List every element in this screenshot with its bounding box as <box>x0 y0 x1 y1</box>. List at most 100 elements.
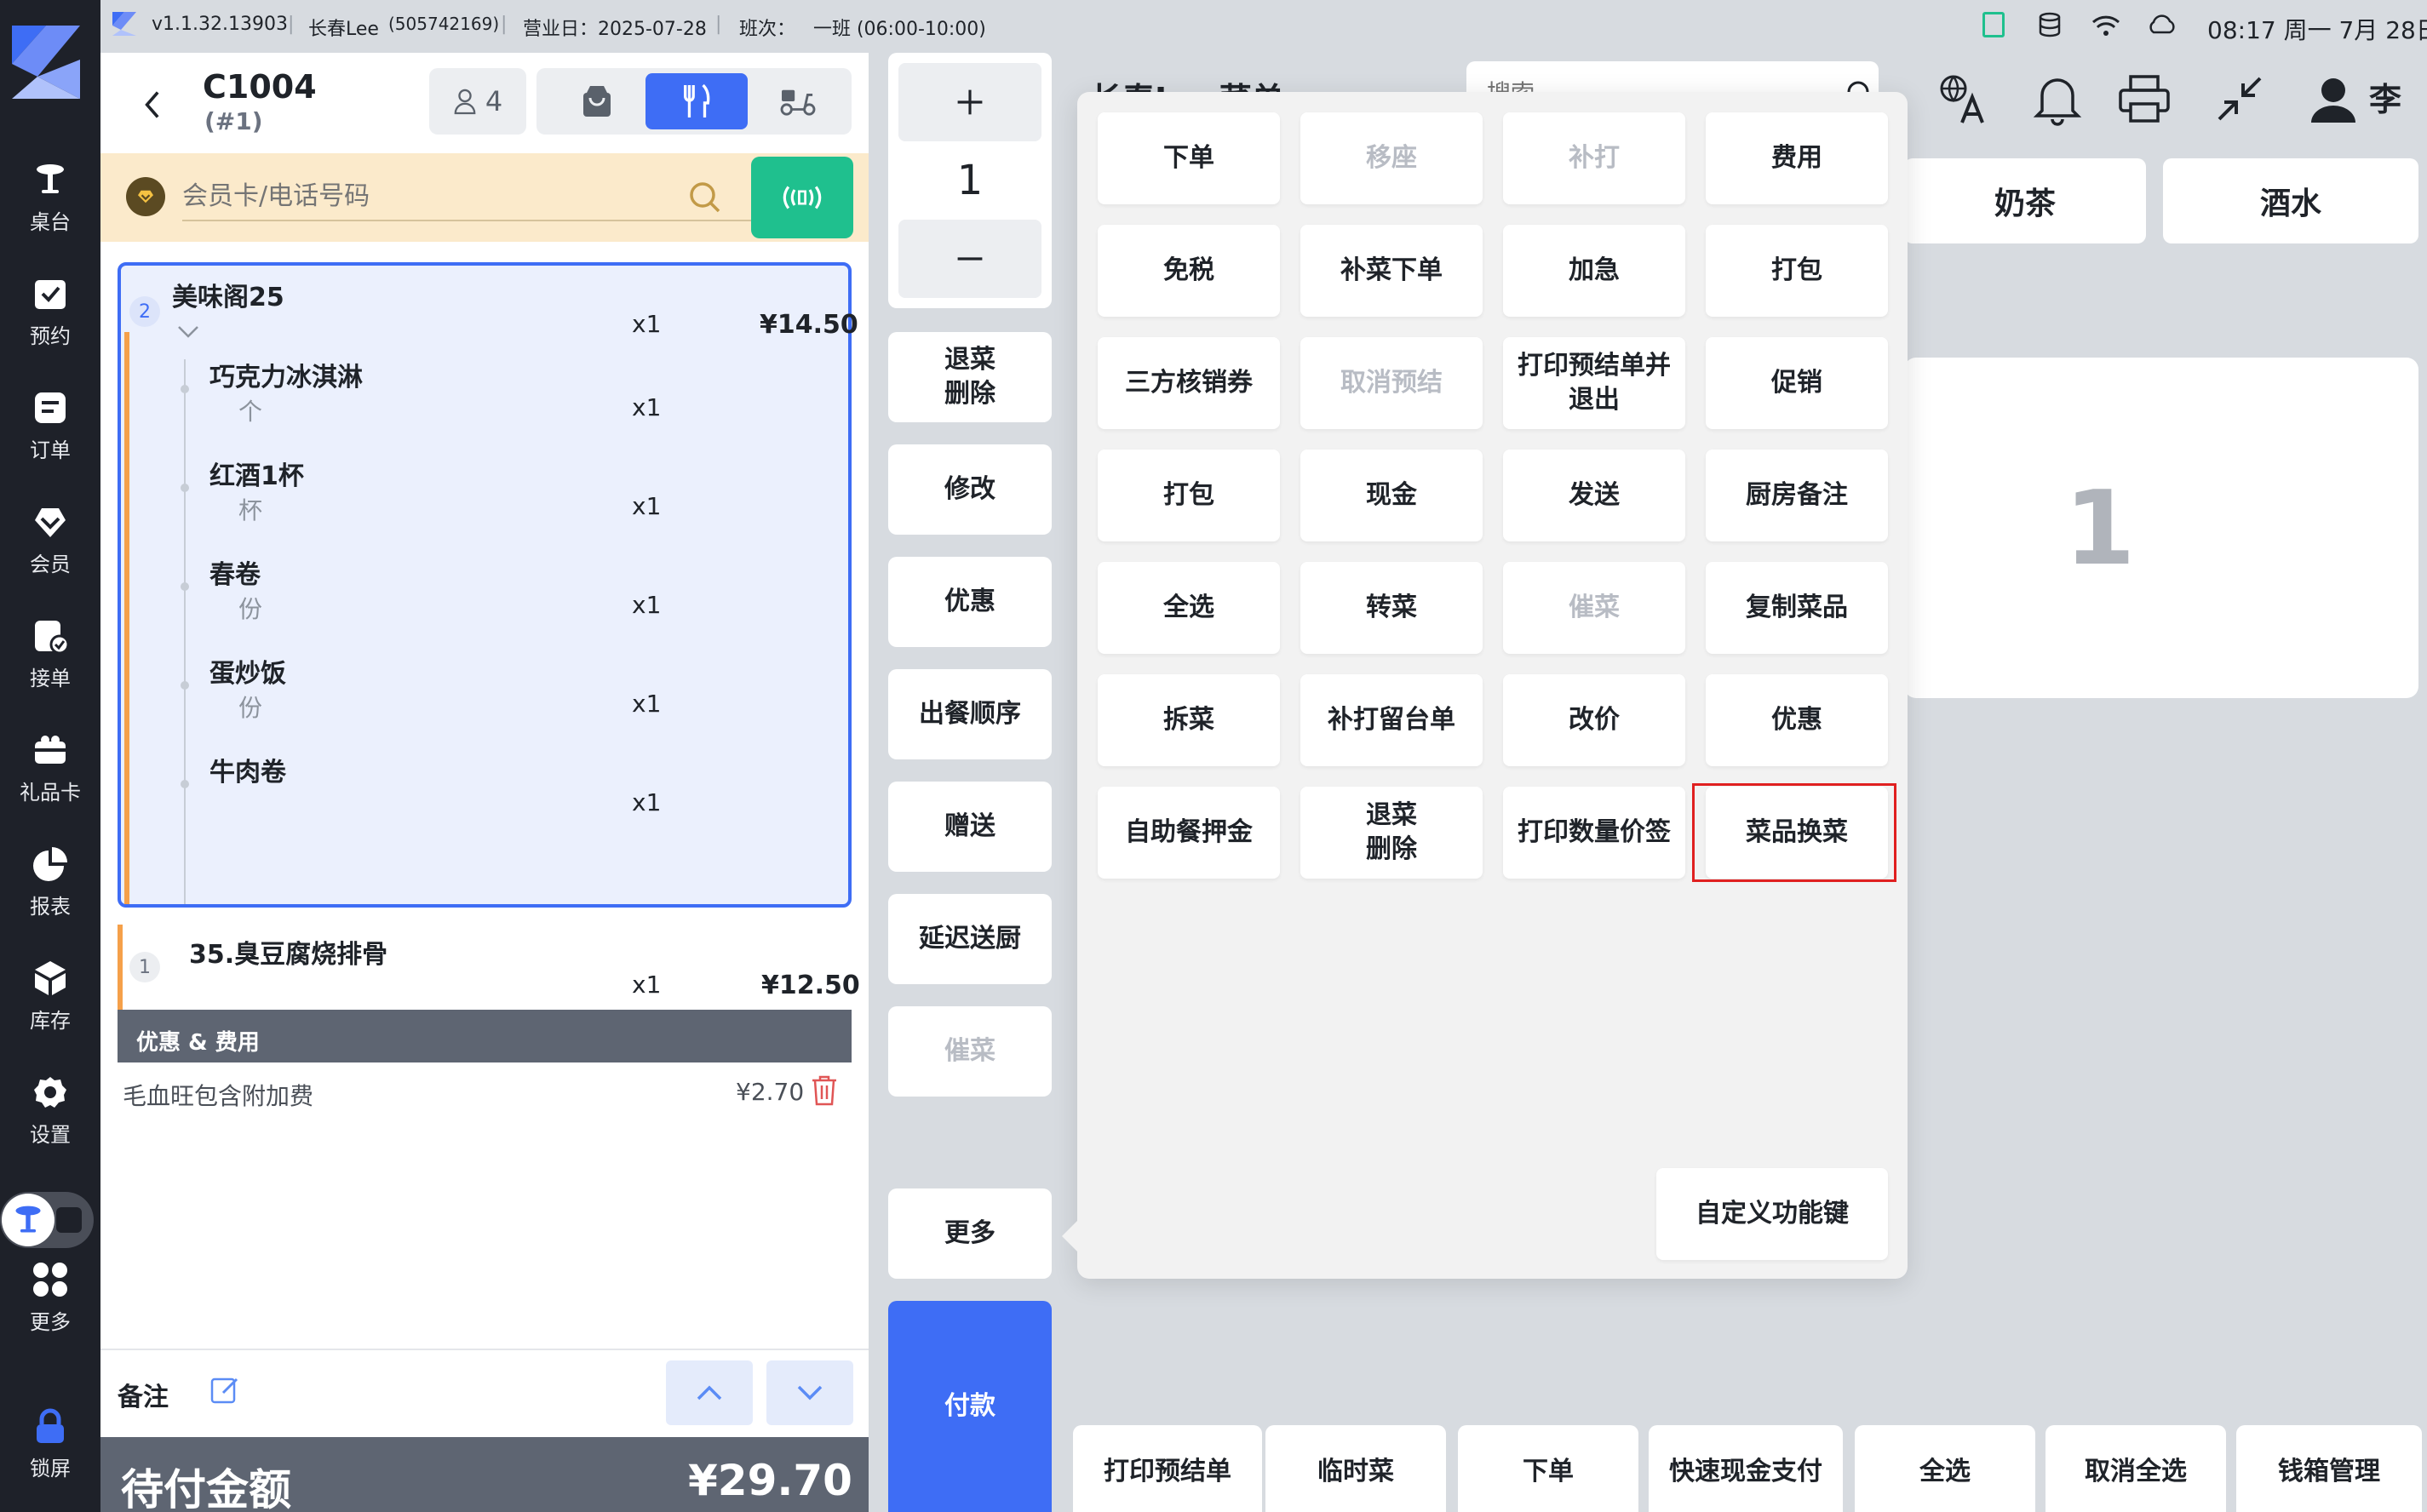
big-number: 1 <box>2064 470 2136 588</box>
rail-item-reservation[interactable]: 预约 <box>0 264 100 359</box>
bell-icon[interactable] <box>2030 72 2085 126</box>
order-item-selected[interactable]: 2 美味阁25 x1 ¥14.50 巧克力冰淇淋 个 x1 红酒1杯 杯 x1 … <box>118 262 858 908</box>
rail-item-inventory[interactable]: 库存 <box>0 948 100 1044</box>
shift-info: 班次： 一班 (06:00-10:00) <box>739 19 986 40</box>
popup-print-preclose-exit-button[interactable]: 打印预结单并 退出 <box>1503 337 1685 429</box>
new-order-icon <box>56 1207 82 1233</box>
sub-item-name: 巧克力冰淇淋 <box>209 363 363 392</box>
rail-item-more[interactable]: 更多 <box>0 1250 100 1345</box>
edit-icon[interactable] <box>209 1374 240 1405</box>
popup-copy-dish-button[interactable]: 复制菜品 <box>1706 562 1888 654</box>
takeout-bag-button[interactable] <box>550 73 644 129</box>
sub-item-unit: 份 <box>238 595 263 623</box>
fee-amount: ¥2.70 <box>736 1078 805 1106</box>
printer-icon[interactable] <box>2117 72 2172 126</box>
rail-item-accept[interactable]: 接单 <box>0 606 100 702</box>
increase-qty-button[interactable] <box>898 63 1041 141</box>
more-button[interactable]: 更多 <box>888 1188 1052 1279</box>
quick-cash-pay-button[interactable]: 快速现金支付 <box>1649 1425 1843 1512</box>
item-name: 美味阁25 <box>172 283 284 312</box>
pay-button[interactable]: 付款 <box>888 1301 1052 1512</box>
rail-item-orders[interactable]: 订单 <box>0 378 100 473</box>
trash-icon[interactable] <box>811 1074 838 1107</box>
popup-print-qty-label-button[interactable]: 打印数量价签 <box>1503 787 1685 879</box>
scroll-down-button[interactable] <box>766 1360 853 1425</box>
popup-fee-button[interactable]: 费用 <box>1706 112 1888 204</box>
member-input[interactable] <box>182 172 821 221</box>
popup-cash-button[interactable]: 现金 <box>1300 450 1483 541</box>
popup-move-seat-button[interactable]: 移座 <box>1300 112 1483 204</box>
gift-button[interactable]: 赠送 <box>888 782 1052 872</box>
sub-item-unit: 个 <box>238 398 263 426</box>
guest-count-button[interactable]: 4 <box>429 68 526 135</box>
modify-button[interactable]: 修改 <box>888 444 1052 535</box>
rail-item-settings[interactable]: 设置 <box>0 1062 100 1158</box>
pie-chart-icon <box>33 846 67 881</box>
popup-split-dish-button[interactable]: 拆菜 <box>1098 674 1280 766</box>
table-number: C1004 <box>203 68 317 106</box>
rush-button[interactable]: 催菜 <box>888 1006 1052 1097</box>
rail-item-members[interactable]: 会员 <box>0 492 100 587</box>
nfc-read-button[interactable] <box>751 157 853 238</box>
popup-urgent-button[interactable]: 加急 <box>1503 225 1685 317</box>
popup-tax-free-button[interactable]: 免税 <box>1098 225 1280 317</box>
search-icon[interactable] <box>688 180 722 215</box>
popup-place-order-button[interactable]: 下单 <box>1098 112 1280 204</box>
popup-kitchen-note-button[interactable]: 厨房备注 <box>1706 450 1888 541</box>
fees-header: 优惠 & 费用 <box>118 1010 852 1062</box>
popup-send-button[interactable]: 发送 <box>1503 450 1685 541</box>
popup-return-delete-button[interactable]: 退菜 删除 <box>1300 787 1483 879</box>
print-prebill-button[interactable]: 打印预结单 <box>1073 1425 1262 1512</box>
rail-item-lock[interactable]: 锁屏 <box>0 1396 100 1492</box>
chevron-down-icon[interactable] <box>177 325 199 339</box>
popup-transfer-dish-button[interactable]: 转菜 <box>1300 562 1483 654</box>
quantity-stepper: 1 <box>888 53 1052 308</box>
collapse-icon[interactable] <box>2212 72 2267 126</box>
bag-icon <box>583 86 611 117</box>
category-tab-milk-tea[interactable]: 奶茶 <box>1904 158 2146 243</box>
quick-switch[interactable] <box>0 1192 94 1248</box>
return-delete-button[interactable]: 退菜 删除 <box>888 332 1052 422</box>
table-icon <box>37 163 64 193</box>
user-avatar-icon[interactable] <box>2306 72 2361 126</box>
serve-order-button[interactable]: 出餐顺序 <box>888 669 1052 759</box>
rail-item-tables[interactable]: 桌台 <box>0 150 100 245</box>
deselect-all-button[interactable]: 取消全选 <box>2045 1425 2226 1512</box>
popup-third-party-coupon-button[interactable]: 三方核销券 <box>1098 337 1280 429</box>
custom-function-key-button[interactable]: 自定义功能键 <box>1656 1168 1888 1260</box>
rail-item-reports[interactable]: 报表 <box>0 834 100 930</box>
rail-item-giftcard[interactable]: 礼品卡 <box>0 720 100 816</box>
decrease-qty-button[interactable] <box>898 220 1041 298</box>
cash-drawer-button[interactable]: 钱箱管理 <box>2236 1425 2422 1512</box>
calendar-check-icon <box>35 279 66 309</box>
popup-rush-button[interactable]: 催菜 <box>1503 562 1685 654</box>
highlight-box <box>1692 783 1896 882</box>
popup-promotion-button[interactable]: 促销 <box>1706 337 1888 429</box>
popup-pack-button-2[interactable]: 打包 <box>1098 450 1280 541</box>
popup-pack-button[interactable]: 打包 <box>1706 225 1888 317</box>
place-order-button[interactable]: 下单 <box>1458 1425 1638 1512</box>
lock-icon <box>37 1408 64 1443</box>
category-tab-drinks[interactable]: 酒水 <box>2163 158 2418 243</box>
popup-select-all-button[interactable]: 全选 <box>1098 562 1280 654</box>
delay-kitchen-button[interactable]: 延迟送厨 <box>888 894 1052 984</box>
popup-cancel-preclose-button[interactable]: 取消预结 <box>1300 337 1483 429</box>
popup-reprint-stub-button[interactable]: 补打留台单 <box>1300 674 1483 766</box>
fork-knife-icon <box>684 83 710 117</box>
popup-reprint-button[interactable]: 补打 <box>1503 112 1685 204</box>
remark-label: 备注 <box>118 1383 169 1412</box>
delivery-button[interactable] <box>751 73 845 129</box>
popup-change-price-button[interactable]: 改价 <box>1503 674 1685 766</box>
popup-discount-button[interactable]: 优惠 <box>1706 674 1888 766</box>
popup-buffet-deposit-button[interactable]: 自助餐押金 <box>1098 787 1280 879</box>
popup-add-dish-order-button[interactable]: 补菜下单 <box>1300 225 1483 317</box>
scroll-up-button[interactable] <box>666 1360 753 1425</box>
popup-pointer <box>1062 1221 1077 1251</box>
language-icon[interactable] <box>1936 72 1991 126</box>
dine-in-button[interactable] <box>645 73 748 129</box>
discount-button[interactable]: 优惠 <box>888 557 1052 647</box>
status-bar: v1.1.32.13903 | 长春Lee (505742169) | 营业日：… <box>100 0 2427 53</box>
temp-dish-button[interactable]: 临时菜 <box>1265 1425 1446 1512</box>
back-button[interactable] <box>135 83 169 126</box>
select-all-button[interactable]: 全选 <box>1855 1425 2035 1512</box>
